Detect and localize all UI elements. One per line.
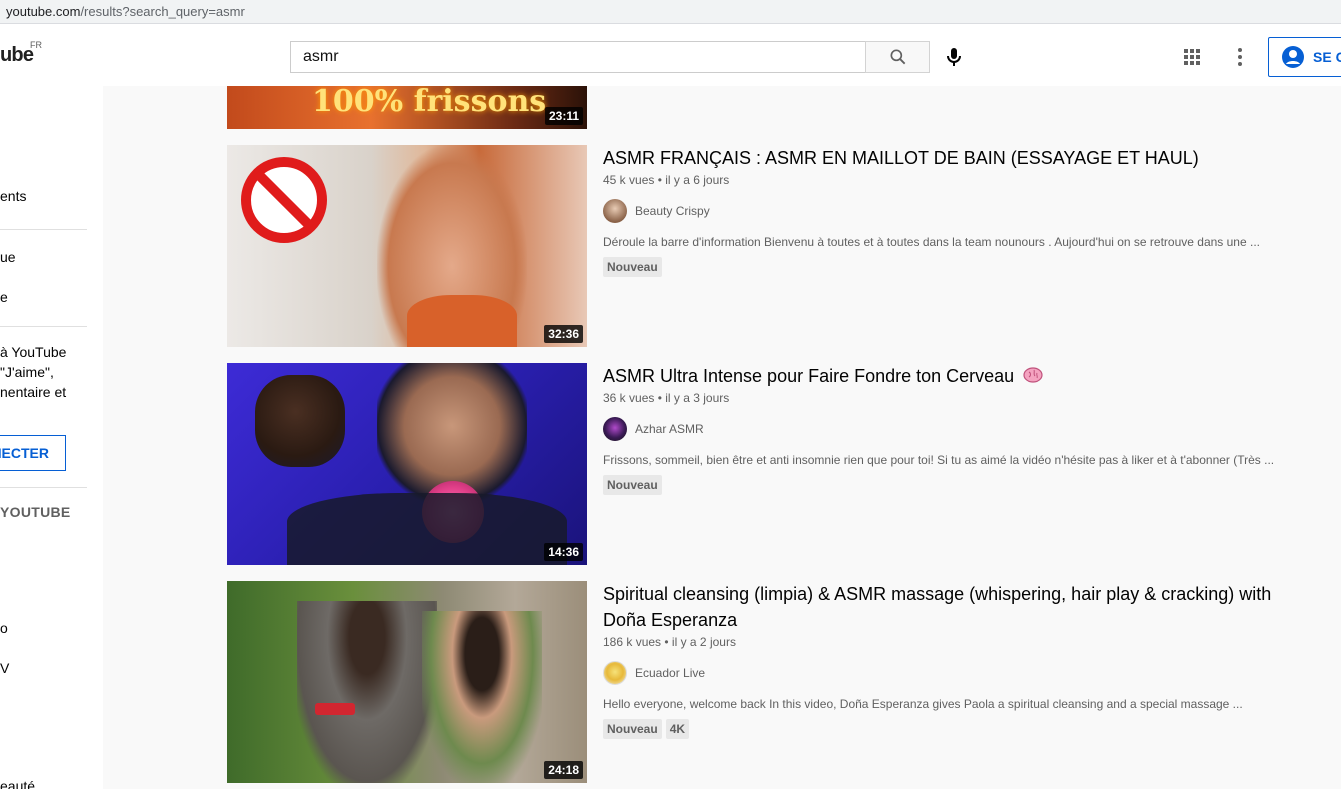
voice-search-button[interactable]: [942, 45, 966, 69]
sidebar-sign-in-label: NECTER: [0, 445, 49, 461]
channel-link[interactable]: Azhar ASMR: [603, 417, 1323, 441]
video-title[interactable]: Spiritual cleansing (limpia) & ASMR mass…: [603, 581, 1283, 633]
upload-age: il y a 2 jours: [671, 635, 736, 649]
url-text: youtube.com/results?search_query=asmr: [6, 4, 245, 19]
apps-button[interactable]: [1180, 45, 1204, 69]
masthead: ube FR SE C: [0, 24, 1341, 86]
video-duration: 14:36: [544, 543, 583, 561]
sign-in-label: SE C: [1313, 49, 1341, 65]
video-description: Frissons, sommeil, bien être et anti ins…: [603, 453, 1275, 467]
video-thumbnail[interactable]: 14:36: [227, 363, 587, 565]
grid-icon: [1184, 49, 1200, 65]
sidebar-item-library[interactable]: ue: [0, 249, 16, 265]
video-info: ASMR FRANÇAIS : ASMR EN MAILLOT DE BAIN …: [603, 145, 1323, 277]
thumbnail-body: [287, 493, 567, 565]
sidebar-sign-in-button[interactable]: NECTER: [0, 435, 66, 471]
sidebar-item-beauty[interactable]: eauté: [0, 778, 35, 789]
sign-in-promo-text: à YouTube "J'aime", nentaire et: [0, 344, 67, 400]
video-description: Hello everyone, welcome back In this vid…: [603, 697, 1243, 711]
video-metadata: 186 k vues • il y a 2 jours: [603, 635, 736, 649]
video-thumbnail[interactable]: 32:36: [227, 145, 587, 347]
sidebar-item-history[interactable]: e: [0, 289, 8, 305]
video-duration: 24:18: [544, 761, 583, 779]
divider: [0, 326, 87, 327]
more-vert-icon: [1238, 48, 1242, 66]
channel-link[interactable]: Beauty Crispy: [603, 199, 1323, 223]
upload-age: il y a 6 jours: [665, 173, 730, 187]
logo-text: ube: [0, 44, 34, 66]
new-badge: Nouveau: [603, 719, 662, 739]
video-thumbnail[interactable]: 24:18: [227, 581, 587, 783]
channel-name[interactable]: Azhar ASMR: [635, 422, 704, 436]
video-duration: 23:11: [544, 107, 583, 125]
divider: [0, 487, 87, 488]
4k-badge: 4K: [665, 719, 690, 739]
prohibited-icon: [241, 157, 327, 243]
search-button[interactable]: [865, 41, 930, 73]
badge-list: Nouveau 4K: [603, 719, 1323, 739]
guide-sidebar: ents ue e à YouTube "J'aime", nentaire e…: [0, 86, 103, 789]
search-icon: [890, 49, 905, 65]
youtube-logo[interactable]: ube FR: [0, 40, 42, 67]
region-code: FR: [30, 40, 42, 50]
badge-list: Nouveau: [603, 257, 1323, 277]
channel-avatar[interactable]: [603, 417, 627, 441]
new-badge: Nouveau: [603, 257, 662, 277]
new-badge: Nouveau: [603, 475, 662, 495]
thumbnail-woman-right: [422, 611, 542, 783]
view-count: 186 k vues: [603, 635, 662, 649]
account-icon: [1282, 46, 1304, 68]
video-title-text: ASMR Ultra Intense pour Faire Fondre ton…: [603, 366, 1015, 386]
channel-link[interactable]: Ecuador Live: [603, 661, 1323, 685]
video-duration: 32:36: [544, 325, 583, 343]
sign-in-button[interactable]: SE C: [1268, 37, 1341, 77]
section-heading: YOUTUBE: [0, 504, 71, 520]
search-box[interactable]: [290, 41, 866, 73]
thumbnail-swimsuit: [407, 295, 517, 347]
settings-menu-button[interactable]: [1228, 45, 1252, 69]
video-title[interactable]: ASMR FRANÇAIS : ASMR EN MAILLOT DE BAIN …: [603, 145, 1323, 171]
video-title[interactable]: ASMR Ultra Intense pour Faire Fondre ton…: [603, 363, 1323, 389]
divider: [0, 229, 87, 230]
channel-name[interactable]: Ecuador Live: [635, 666, 705, 680]
microphone-icon: [947, 48, 961, 66]
thumbnail-woman-left: [297, 601, 437, 783]
channel-avatar[interactable]: [603, 199, 627, 223]
search-input[interactable]: [291, 42, 866, 72]
video-info: Spiritual cleansing (limpia) & ASMR mass…: [603, 581, 1323, 739]
thumbnail-bottle: [315, 703, 355, 715]
video-info: ASMR Ultra Intense pour Faire Fondre ton…: [603, 363, 1323, 495]
sidebar-item-tv[interactable]: V: [0, 660, 9, 676]
video-metadata: 45 k vues • il y a 6 jours: [603, 173, 730, 187]
upload-age: il y a 3 jours: [665, 391, 730, 405]
channel-avatar[interactable]: [603, 661, 627, 685]
channel-name[interactable]: Beauty Crispy: [635, 204, 710, 218]
address-bar[interactable]: youtube.com/results?search_query=asmr: [0, 0, 1341, 24]
video-metadata: 36 k vues • il y a 3 jours: [603, 391, 730, 405]
thumbnail-overlay-text: 100% frissons: [312, 86, 547, 119]
view-count: 36 k vues: [603, 391, 655, 405]
sidebar-item-video[interactable]: o: [0, 620, 8, 636]
sidebar-item-subscriptions[interactable]: ents: [0, 188, 26, 204]
thumbnail-meme-face: [255, 375, 345, 467]
view-count: 45 k vues: [603, 173, 655, 187]
badge-list: Nouveau: [603, 475, 1323, 495]
video-description: Déroule la barre d'information Bienvenu …: [603, 235, 1260, 249]
brain-emoji-icon: [1023, 367, 1043, 383]
video-thumbnail[interactable]: 100% frissons 23:11: [227, 86, 587, 129]
